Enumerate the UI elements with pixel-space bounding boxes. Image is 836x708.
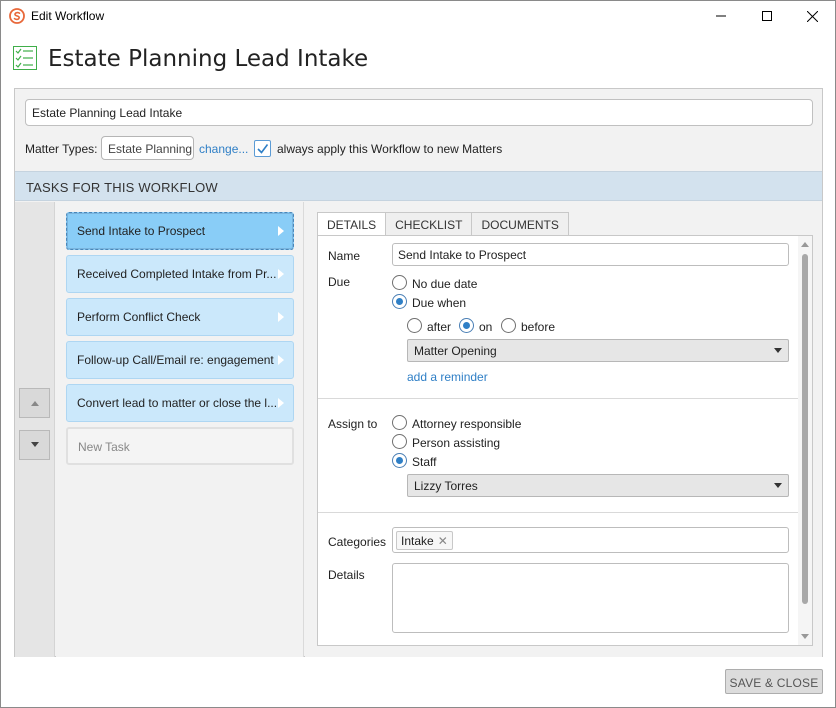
task-item[interactable]: Send Intake to Prospect — [66, 212, 294, 250]
attorney-responsible-radio[interactable] — [392, 415, 407, 430]
page-title: Estate Planning Lead Intake — [48, 46, 369, 72]
change-matter-types-link[interactable]: change... — [199, 142, 248, 156]
app-logo-icon — [9, 8, 25, 24]
tab-details[interactable]: DETAILS — [317, 212, 387, 236]
categories-label: Categories — [328, 535, 387, 549]
task-label: Convert lead to matter or close the l... — [77, 396, 278, 410]
attorney-responsible-label: Attorney responsible — [412, 417, 522, 431]
matter-types-field[interactable]: Estate Planning — [101, 136, 194, 160]
before-radio[interactable] — [501, 318, 516, 333]
on-radio[interactable] — [459, 318, 474, 333]
checklist-icon — [13, 46, 37, 70]
task-label: Perform Conflict Check — [77, 310, 201, 324]
before-label: before — [521, 320, 556, 334]
tab-checklist[interactable]: CHECKLIST — [385, 212, 473, 236]
person-assisting-label: Person assisting — [412, 436, 501, 450]
details-pane: Name Send Intake to Prospect Due No due … — [317, 235, 813, 646]
move-up-button[interactable] — [19, 388, 50, 418]
task-item[interactable]: Perform Conflict Check — [66, 298, 294, 336]
due-when-radio[interactable] — [392, 294, 407, 309]
always-apply-checkbox[interactable] — [254, 140, 271, 157]
new-task-button[interactable]: New Task — [66, 427, 294, 465]
matter-types-label: Matter Types: — [25, 142, 98, 156]
on-label: on — [479, 320, 493, 334]
task-list: Send Intake to Prospect Received Complet… — [56, 202, 304, 657]
minimize-button[interactable] — [698, 1, 744, 31]
chevron-right-icon — [278, 398, 284, 408]
task-name-input[interactable]: Send Intake to Prospect — [392, 243, 789, 266]
maximize-button[interactable] — [744, 1, 790, 31]
no-due-date-radio[interactable] — [392, 275, 407, 290]
task-label: Follow-up Call/Email re: engagement — [77, 353, 274, 367]
divider — [318, 512, 798, 513]
always-apply-label: always apply this Workflow to new Matter… — [277, 142, 503, 156]
task-item[interactable]: Received Completed Intake from Pr... — [66, 255, 294, 293]
scroll-down-icon[interactable] — [801, 634, 809, 639]
add-reminder-link[interactable]: add a reminder — [407, 370, 488, 384]
close-icon — [806, 10, 818, 22]
minimize-icon — [716, 15, 726, 17]
workflow-name-input[interactable]: Estate Planning Lead Intake — [25, 99, 813, 126]
chevron-down-icon — [774, 483, 782, 488]
titlebar: Edit Workflow — [1, 1, 835, 31]
close-button[interactable] — [789, 1, 835, 31]
scroll-thumb[interactable] — [802, 254, 808, 604]
no-due-date-label: No due date — [412, 277, 478, 291]
detail-tabs: DETAILS CHECKLIST DOCUMENTS — [317, 212, 569, 236]
chevron-right-icon — [278, 312, 284, 322]
details-textarea[interactable] — [392, 563, 789, 633]
tasks-section-title: TASKS FOR THIS WORKFLOW — [26, 180, 218, 195]
categories-input[interactable]: Intake ✕ — [392, 527, 789, 553]
task-label: Received Completed Intake from Pr... — [77, 267, 277, 281]
task-item[interactable]: Convert lead to matter or close the l... — [66, 384, 294, 422]
staff-label: Staff — [412, 455, 437, 469]
tasks-section-header: TASKS FOR THIS WORKFLOW — [15, 171, 822, 201]
chevron-down-icon — [774, 348, 782, 353]
staff-radio[interactable] — [392, 453, 407, 468]
name-label: Name — [328, 249, 361, 263]
new-task-label: New Task — [78, 440, 130, 454]
details-label: Details — [328, 568, 365, 582]
staff-value: Lizzy Torres — [414, 479, 478, 493]
task-label: Send Intake to Prospect — [77, 224, 206, 238]
chevron-right-icon — [278, 355, 284, 365]
after-label: after — [427, 320, 452, 334]
checkmark-icon — [257, 144, 269, 154]
due-label: Due — [328, 275, 351, 289]
tab-documents[interactable]: DOCUMENTS — [471, 212, 569, 236]
task-item[interactable]: Follow-up Call/Email re: engagement — [66, 341, 294, 379]
due-event-value: Matter Opening — [414, 344, 497, 358]
assign-to-label: Assign to — [328, 417, 378, 431]
task-detail-area: DETAILS CHECKLIST DOCUMENTS Name Send In… — [305, 202, 822, 657]
remove-category-icon[interactable]: ✕ — [438, 534, 448, 548]
move-down-button[interactable] — [19, 430, 50, 460]
triangle-up-icon — [30, 401, 39, 406]
scroll-up-icon[interactable] — [801, 242, 809, 247]
reorder-column — [15, 202, 55, 657]
due-event-select[interactable]: Matter Opening — [407, 339, 789, 362]
window-title: Edit Workflow — [31, 9, 105, 23]
person-assisting-radio[interactable] — [392, 434, 407, 449]
chevron-right-icon — [278, 269, 284, 279]
divider — [318, 398, 798, 399]
due-when-label: Due when — [412, 296, 467, 310]
after-radio[interactable] — [407, 318, 422, 333]
triangle-down-icon — [30, 442, 39, 447]
category-chip-label: Intake — [401, 534, 434, 548]
staff-select[interactable]: Lizzy Torres — [407, 474, 789, 497]
maximize-icon — [762, 11, 772, 21]
category-chip: Intake ✕ — [396, 531, 453, 550]
save-close-button[interactable]: SAVE & CLOSE — [725, 669, 823, 694]
workflow-panel: Estate Planning Lead Intake Matter Types… — [14, 88, 823, 657]
details-scrollbar[interactable] — [798, 236, 812, 645]
chevron-right-icon — [278, 226, 284, 236]
